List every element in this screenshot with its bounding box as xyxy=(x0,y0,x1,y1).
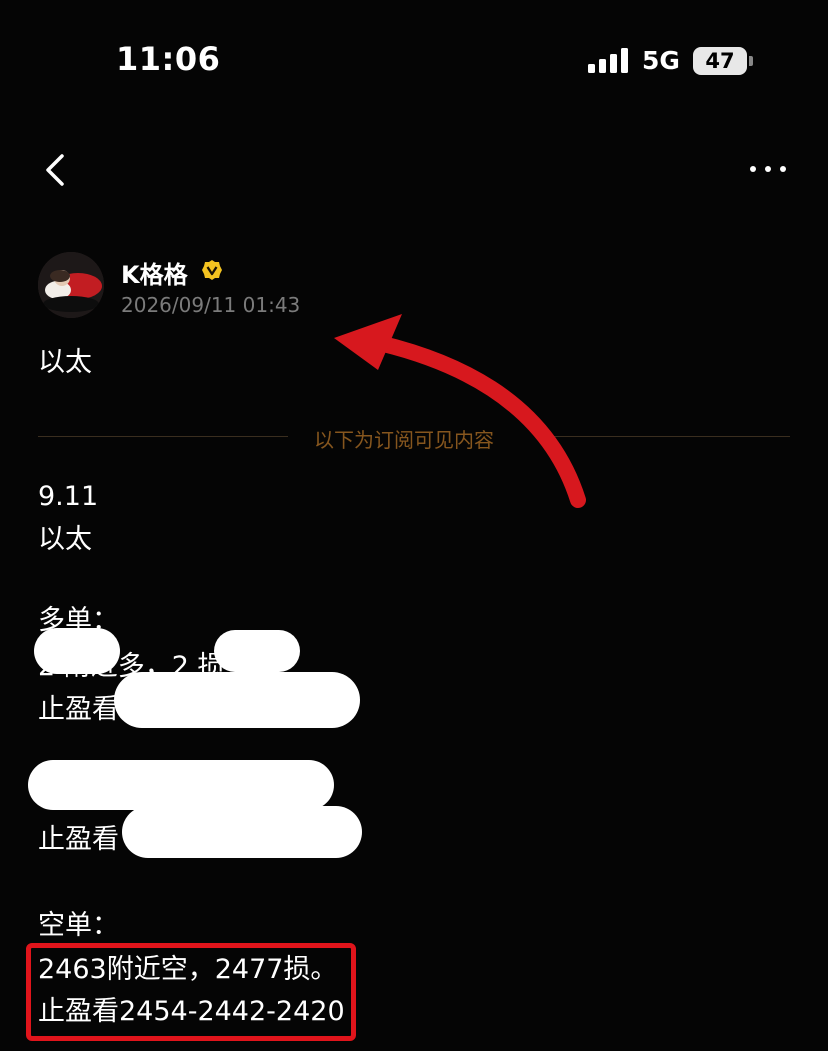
arrow-annotation xyxy=(334,314,586,508)
subscriber-divider-label: 以下为订阅可见内容 xyxy=(314,428,494,452)
redaction-mark xyxy=(214,630,300,672)
divider-line-right xyxy=(540,436,790,437)
redaction-mark xyxy=(34,628,120,674)
battery-level: 47 xyxy=(705,49,735,73)
battery-icon: 47 xyxy=(693,47,747,75)
short-heading: 空单： xyxy=(38,910,119,941)
author-name[interactable]: K格格 xyxy=(121,255,188,290)
hidden-take-profit: 止盈看 xyxy=(38,824,119,855)
chevron-left-icon[interactable] xyxy=(40,152,70,188)
post-date: 9.11 xyxy=(38,481,99,512)
redaction-mark xyxy=(122,806,362,858)
redaction-mark xyxy=(114,672,360,728)
avatar[interactable] xyxy=(38,252,104,318)
post-title: 以太 xyxy=(38,347,92,378)
status-time: 11:06 xyxy=(116,40,221,78)
post-coin: 以太 xyxy=(38,524,92,555)
more-dots-icon[interactable] xyxy=(748,160,788,178)
verified-badge-icon xyxy=(202,260,222,280)
redaction-mark xyxy=(28,760,334,810)
battery-tip xyxy=(749,56,753,66)
long-take-profit: 止盈看 xyxy=(38,694,119,725)
highlight-box xyxy=(26,943,356,1041)
cellular-signal-icon xyxy=(588,47,630,73)
network-type: 5G xyxy=(642,46,680,75)
divider-line-left xyxy=(38,436,288,437)
post-timestamp: 2026/09/11 01:43 xyxy=(121,293,301,317)
